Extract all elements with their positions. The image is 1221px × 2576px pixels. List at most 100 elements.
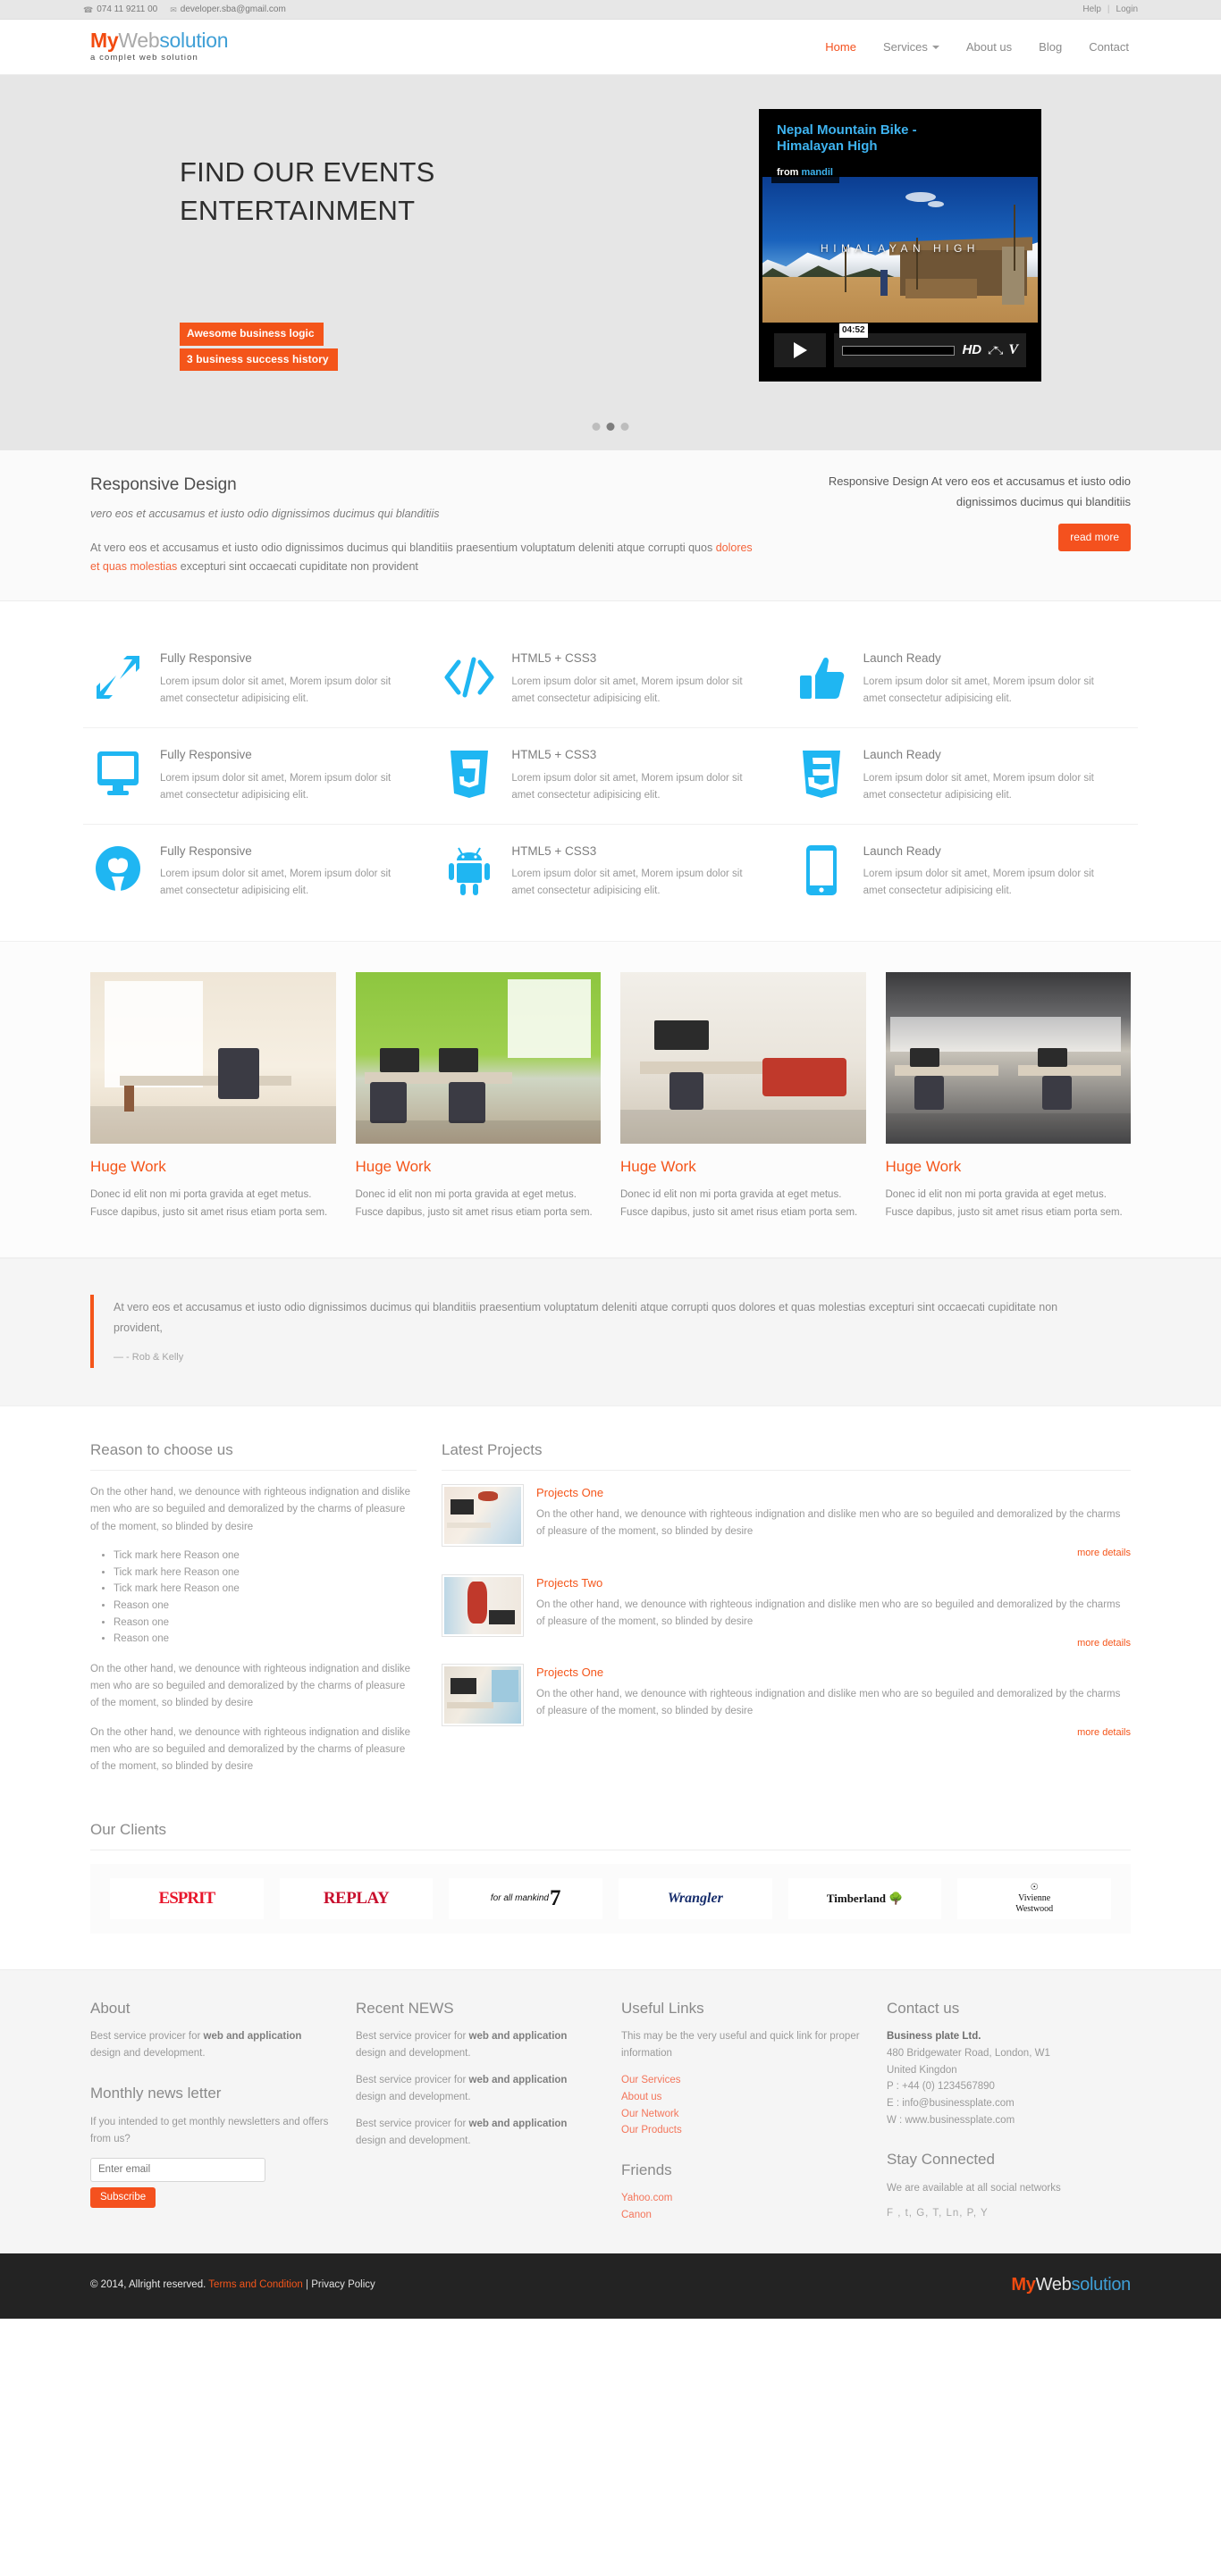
feature-card[interactable]: Fully Responsive Lorem ipsum dolor sit a… — [83, 644, 434, 713]
slider-dot-2[interactable] — [606, 423, 615, 431]
latest-projects-title: Latest Projects — [442, 1439, 1131, 1472]
project-thumbnail[interactable] — [442, 1663, 524, 1726]
client-logo-vivienne-westwood[interactable]: ☉ Vivienne Westwood — [957, 1878, 1112, 1920]
topbar-email-text: developer.sba@gmail.com — [180, 4, 286, 15]
client-logo-replay[interactable]: REPLAY — [279, 1878, 434, 1920]
portfolio-thumbnail[interactable] — [90, 972, 336, 1145]
play-button[interactable] — [774, 333, 826, 367]
footer-link-our-products[interactable]: Our Products — [621, 2122, 865, 2139]
project-list-item[interactable]: Projects One On the other hand, we denou… — [442, 1484, 1131, 1561]
feature-card[interactable]: Launch Ready Lorem ipsum dolor sit amet,… — [787, 837, 1138, 906]
topbar-email[interactable]: ✉ developer.sba@gmail.com — [170, 3, 286, 17]
project-list-item[interactable]: Projects Two On the other hand, we denou… — [442, 1573, 1131, 1651]
more-details-link[interactable]: more details — [536, 1546, 1131, 1561]
read-more-button[interactable]: read more — [1058, 523, 1131, 552]
nav-item-about[interactable]: About us — [966, 38, 1012, 56]
slider-dot-1[interactable] — [592, 423, 601, 431]
nav-item-home[interactable]: Home — [825, 38, 856, 56]
portfolio-title[interactable]: Huge Work — [620, 1155, 866, 1179]
fullscreen-icon[interactable]: ⤢⤡ — [988, 342, 1003, 359]
project-title[interactable]: Projects One — [536, 1484, 1131, 1502]
project-thumbnail[interactable] — [442, 1484, 524, 1548]
portfolio-card[interactable]: Huge Work Donec id elit non mi porta gra… — [885, 972, 1132, 1221]
phone-icon: ☎ — [83, 4, 94, 14]
footer-about-c: design and development. — [90, 2048, 206, 2060]
more-details-link[interactable]: more details — [536, 1636, 1131, 1651]
footer-news-1-b: web and application — [468, 2075, 568, 2086]
footer-news-0-b: web and application — [468, 2031, 568, 2043]
envelope-icon: ✉ — [170, 4, 177, 14]
privacy-link[interactable]: Privacy Policy — [311, 2279, 375, 2290]
portfolio-title[interactable]: Huge Work — [356, 1155, 602, 1179]
footer-link-our-network[interactable]: Our Network — [621, 2106, 865, 2123]
list-item: Reason one — [114, 1598, 417, 1615]
footer-news-title: Recent NEWS — [356, 2000, 454, 2018]
video-author-name[interactable]: mandil — [802, 167, 833, 178]
topbar-contact-group: ☎ 074 11 9211 00 ✉ developer.sba@gmail.c… — [83, 3, 286, 17]
help-link[interactable]: Help — [1082, 3, 1101, 17]
portfolio-title[interactable]: Huge Work — [886, 1155, 1132, 1179]
client-logo-timberland[interactable]: Timberland 🌳 — [787, 1878, 942, 1920]
feature-card[interactable]: HTML5 + CSS3 Lorem ipsum dolor sit amet,… — [434, 741, 786, 810]
newsletter-email-input[interactable] — [90, 2157, 265, 2182]
feature-card[interactable]: HTML5 + CSS3 Lorem ipsum dolor sit amet,… — [434, 837, 786, 906]
project-list-item[interactable]: Projects One On the other hand, we denou… — [442, 1663, 1131, 1741]
hero-video-player[interactable]: Nepal Mountain Bike - Himalayan High fro… — [759, 109, 1041, 382]
footer-contact-title: Contact us — [887, 2000, 960, 2018]
client-logo-wrangler[interactable]: Wrangler — [619, 1878, 772, 1920]
hd-badge[interactable]: HD — [962, 340, 981, 360]
footer-column-useful-links: Useful Links This may be the very useful… — [621, 1997, 865, 2223]
feature-card[interactable]: Fully Responsive Lorem ipsum dolor sit a… — [83, 837, 434, 906]
login-link[interactable]: Login — [1116, 3, 1138, 17]
footer-about-a: Best service provicer for — [90, 2031, 204, 2043]
video-progress-track[interactable] — [842, 345, 956, 356]
footer-website-line[interactable]: W : www.businessplate.com — [887, 2115, 1015, 2126]
client-logo-esprit[interactable]: ESPRIT — [110, 1878, 264, 1920]
hero-slider: FIND OUR EVENTS ENTERTAINMENT Awesome bu… — [0, 75, 1221, 450]
terms-link[interactable]: Terms and Condition — [208, 2279, 302, 2290]
video-progress-area[interactable]: 04:52 HD ⤢⤡ V — [834, 323, 1026, 367]
portfolio-title[interactable]: Huge Work — [90, 1155, 336, 1179]
feature-card[interactable]: Launch Ready Lorem ipsum dolor sit amet,… — [787, 644, 1138, 713]
list-item: Tick mark here Reason one — [114, 1548, 417, 1565]
nav-item-contact[interactable]: Contact — [1089, 38, 1129, 56]
slider-dot-3[interactable] — [620, 423, 629, 431]
footer-address-line2: United Kingdon — [887, 2064, 957, 2076]
footer-email-line[interactable]: E : info@businessplate.com — [887, 2098, 1015, 2109]
portfolio-thumbnail[interactable] — [885, 972, 1131, 1145]
social-icons-row[interactable]: F , t, G, T, Ln, P, Y — [887, 2206, 1131, 2222]
portfolio-thumbnail[interactable] — [355, 972, 601, 1145]
vimeo-logo-icon[interactable]: V — [1008, 340, 1018, 362]
project-thumbnail[interactable] — [442, 1573, 524, 1637]
footer-logo[interactable]: MyWebsolution — [1011, 2271, 1131, 2299]
footer-link-about-us[interactable]: About us — [621, 2089, 865, 2106]
footer-link-canon[interactable]: Canon — [621, 2207, 865, 2224]
project-title[interactable]: Projects One — [536, 1664, 1131, 1682]
site-logo[interactable]: MyWebsolution a complet web solution — [83, 28, 229, 65]
nav-item-services[interactable]: Services — [883, 38, 939, 56]
portfolio-desc: Donec id elit non mi porta gravida at eg… — [355, 1188, 593, 1218]
footer-link-our-services[interactable]: Our Services — [621, 2072, 865, 2089]
footer-link-yahoo[interactable]: Yahoo.com — [621, 2190, 865, 2207]
nav-item-blog[interactable]: Blog — [1039, 38, 1062, 56]
portfolio-thumbnail[interactable] — [620, 972, 866, 1145]
footer-address-line1: 480 Bridgewater Road, London, W1 — [887, 2048, 1050, 2060]
feature-card[interactable]: Fully Responsive Lorem ipsum dolor sit a… — [83, 741, 434, 810]
list-item: Reason one — [114, 1615, 417, 1632]
portfolio-card[interactable]: Huge Work Donec id elit non mi porta gra… — [90, 972, 336, 1221]
feature-desc: Lorem ipsum dolor sit amet, Morem ipsum … — [863, 772, 1094, 801]
client-logo-seven-for-all-mankind[interactable]: for all mankind 7 — [449, 1878, 603, 1920]
topbar-phone-text: 074 11 9211 00 — [97, 4, 158, 15]
client-logo-seven-text: for all mankind — [490, 1893, 549, 1904]
reason-paragraph-1: On the other hand, we denounce with righ… — [90, 1487, 411, 1532]
hero-headline: FIND OUR EVENTS ENTERTAINMENT — [180, 154, 434, 231]
feature-card[interactable]: Launch Ready Lorem ipsum dolor sit amet,… — [787, 741, 1138, 810]
project-title[interactable]: Projects Two — [536, 1574, 1131, 1592]
portfolio-card[interactable]: Huge Work Donec id elit non mi porta gra… — [620, 972, 866, 1221]
logo-part-web: Web — [118, 28, 160, 52]
logo-part-my: My — [90, 28, 119, 52]
more-details-link[interactable]: more details — [536, 1725, 1131, 1741]
feature-card[interactable]: HTML5 + CSS3 Lorem ipsum dolor sit amet,… — [434, 644, 786, 713]
portfolio-card[interactable]: Huge Work Donec id elit non mi porta gra… — [355, 972, 602, 1221]
subscribe-button[interactable]: Subscribe — [90, 2186, 156, 2208]
